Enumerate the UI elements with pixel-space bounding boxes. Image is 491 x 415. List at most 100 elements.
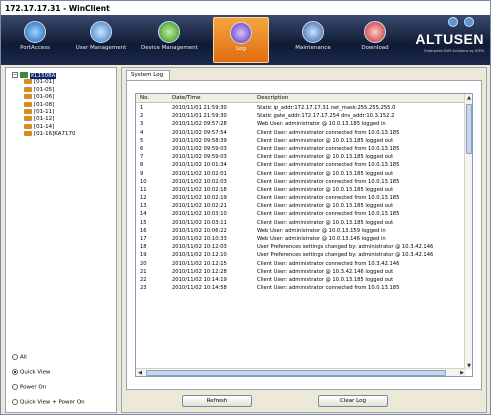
log-row[interactable]: 22 2010/11/02 10:14:19 Client User: admini… bbox=[136, 276, 466, 284]
tree-port-item[interactable]: [01-01] bbox=[10, 79, 76, 86]
help-icon[interactable] bbox=[448, 17, 458, 27]
tree-port-item[interactable]: [01-12] bbox=[10, 116, 76, 123]
toolbar-log[interactable]: Log bbox=[213, 17, 269, 63]
log-row[interactable]: 12 2010/11/02 10:02:19 Client User: admini… bbox=[136, 194, 466, 202]
scroll-up-icon[interactable]: ▲ bbox=[465, 94, 472, 102]
tree-port-item[interactable]: [01-16]KA7170 bbox=[10, 131, 76, 138]
log-row[interactable]: 23 2010/11/02 10:14:58 Client User: admini… bbox=[136, 284, 466, 292]
refresh-button[interactable]: Refresh bbox=[182, 395, 252, 407]
log-row[interactable]: 5 2010/11/02 09:58:39 Client User: adminis… bbox=[136, 137, 466, 145]
log-row[interactable]: 9 2010/11/02 10:02:01 Client User: adminis… bbox=[136, 170, 466, 178]
scroll-right-icon[interactable]: ▶ bbox=[458, 369, 466, 376]
column-header-no[interactable]: No. bbox=[140, 95, 149, 101]
log-cell-description: Client User: administrator connected fro… bbox=[257, 195, 400, 202]
tree-root[interactable]: − KL1508A bbox=[10, 72, 76, 79]
horizontal-scroll-thumb[interactable] bbox=[146, 370, 446, 376]
port-tree: − KL1508A [01-01] [01-05] [01-06] [01-08]… bbox=[10, 72, 76, 139]
log-cell-datetime: 2010/11/02 09:58:39 bbox=[172, 137, 227, 144]
log-row[interactable]: 3 2010/11/02 09:57:28 Web User: administra… bbox=[136, 120, 466, 128]
log-cell-no: 1 bbox=[140, 105, 144, 111]
log-row[interactable]: 17 2010/11/02 10:10:33 Web User: administr… bbox=[136, 235, 466, 243]
filter-quick-view-power-on[interactable]: Quick View + Power On bbox=[12, 399, 85, 406]
log-cell-description: Client User: administrator @ 10.0.13.185… bbox=[257, 219, 394, 226]
log-row[interactable]: 11 2010/11/02 10:02:18 Client User: admini… bbox=[136, 186, 466, 194]
log-cell-no: 20 bbox=[140, 260, 147, 267]
log-row[interactable]: 1 2010/11/01 21:59:30 Static ip_addr:172.1… bbox=[136, 104, 466, 112]
log-cell-datetime: 2010/11/02 10:14:58 bbox=[172, 285, 227, 292]
log-cell-description: Client User: administrator @ 10.0.13.185… bbox=[257, 203, 394, 210]
filter-quick-view-power-on-label: Quick View + Power On bbox=[20, 399, 85, 406]
collapse-icon[interactable]: − bbox=[12, 72, 18, 78]
vertical-scrollbar[interactable]: ▲ ▼ bbox=[464, 94, 472, 370]
log-row[interactable]: 19 2010/11/02 10:12:10 User Preferences se… bbox=[136, 251, 466, 259]
vertical-scroll-thumb[interactable] bbox=[466, 104, 472, 154]
toolbar-download[interactable]: Download bbox=[347, 17, 403, 63]
maintenance-icon bbox=[302, 21, 324, 43]
log-row[interactable]: 14 2010/11/02 10:03:10 Client User: admini… bbox=[136, 210, 466, 218]
column-header-datetime[interactable]: Date/Time bbox=[172, 95, 200, 101]
log-row[interactable]: 7 2010/11/02 09:59:03 Client User: adminis… bbox=[136, 153, 466, 161]
scroll-left-icon[interactable]: ◀ bbox=[136, 369, 144, 376]
radio-power-on[interactable] bbox=[12, 384, 18, 390]
log-cell-no: 15 bbox=[140, 219, 147, 226]
radio-all[interactable] bbox=[12, 354, 18, 360]
tree-port-item[interactable]: [01-06] bbox=[10, 94, 76, 101]
port-icon bbox=[24, 94, 32, 100]
tab-system-log[interactable]: System Log bbox=[126, 70, 170, 80]
tree-port-item[interactable]: [01-11] bbox=[10, 108, 76, 116]
toolbar-maintenance[interactable]: Maintenance bbox=[285, 17, 341, 63]
info-icon[interactable] bbox=[464, 17, 474, 27]
log-row[interactable]: 21 2010/11/02 10:12:28 Client User: admini… bbox=[136, 268, 466, 276]
log-row[interactable]: 18 2010/11/02 10:12:03 User Preferences se… bbox=[136, 243, 466, 251]
log-cell-no: 16 bbox=[140, 227, 147, 234]
filter-all[interactable]: All bbox=[12, 354, 27, 361]
log-row[interactable]: 6 2010/11/02 09:59:03 Client User: adminis… bbox=[136, 145, 466, 153]
filter-power-on[interactable]: Power On bbox=[12, 384, 46, 391]
log-cell-datetime: 2010/11/02 10:02:19 bbox=[172, 195, 227, 202]
toolbar-user-management[interactable]: User Management bbox=[73, 17, 129, 63]
port-icon bbox=[24, 79, 32, 85]
clear-log-button[interactable]: Clear Log bbox=[318, 395, 388, 407]
tree-port-label: [01-14] bbox=[34, 123, 55, 130]
scroll-down-icon[interactable]: ▼ bbox=[465, 362, 472, 370]
log-row[interactable]: 13 2010/11/02 10:02:21 Client User: admini… bbox=[136, 202, 466, 210]
toolbar-port-access[interactable]: PortAccess bbox=[7, 17, 63, 63]
toolbar-device-management[interactable]: Device Management bbox=[141, 17, 198, 63]
filter-quick-view-label: Quick View bbox=[20, 369, 51, 376]
log-cell-no: 9 bbox=[140, 170, 144, 177]
tree-port-item[interactable]: [01-08] bbox=[10, 101, 76, 109]
log-cell-description: Client User: administrator @ 10.0.13.185… bbox=[257, 186, 394, 193]
log-cell-datetime: 2010/11/02 10:10:33 bbox=[172, 236, 227, 242]
toolbar-log-label: Log bbox=[236, 46, 246, 52]
log-row[interactable]: 10 2010/11/02 10:02:03 Client User: admini… bbox=[136, 178, 466, 186]
tree-port-item[interactable]: [01-14] bbox=[10, 123, 76, 131]
log-content-area: System Log No. Date/Time Description 1 20… bbox=[121, 67, 487, 413]
tree-port-item[interactable]: [01-05] bbox=[10, 86, 76, 94]
log-row[interactable]: 8 2010/11/02 10:01:34 Client User: adminis… bbox=[136, 161, 466, 169]
help-icons bbox=[442, 17, 482, 29]
log-row[interactable]: 16 2010/11/02 10:06:22 Web User: administr… bbox=[136, 227, 466, 235]
port-icon bbox=[24, 131, 32, 137]
log-row[interactable]: 4 2010/11/02 09:57:54 Client User: adminis… bbox=[136, 129, 466, 137]
log-row[interactable]: 15 2010/11/02 10:03:11 Client User: admini… bbox=[136, 219, 466, 227]
system-log-panel: No. Date/Time Description 1 2010/11/01 21… bbox=[126, 80, 482, 390]
log-table-header: No. Date/Time Description bbox=[136, 94, 466, 103]
log-cell-description: Web User: administrator @ 10.0.13.159 lo… bbox=[257, 227, 386, 234]
log-cell-description: Web User: administrator @ 10.0.13.146 lo… bbox=[257, 236, 386, 242]
log-cell-no: 11 bbox=[140, 186, 147, 193]
system-log-table[interactable]: No. Date/Time Description 1 2010/11/01 21… bbox=[135, 93, 473, 377]
radio-quick-view-power-on[interactable] bbox=[12, 399, 18, 405]
column-header-description[interactable]: Description bbox=[257, 95, 288, 101]
filter-quick-view[interactable]: Quick View bbox=[12, 369, 50, 376]
log-cell-description: Client User: administrator connected fro… bbox=[257, 162, 400, 169]
toolbar-user-management-label: User Management bbox=[75, 45, 127, 51]
winclient-window: 172.17.17.31 - WinClient PortAccess User… bbox=[0, 0, 491, 415]
radio-quick-view[interactable] bbox=[12, 369, 18, 375]
log-row[interactable]: 20 2010/11/02 10:12:15 Client User: admini… bbox=[136, 260, 466, 268]
log-cell-datetime: 2010/11/02 10:12:15 bbox=[172, 260, 227, 267]
log-row[interactable]: 2 2010/11/01 21:59:30 Static gate_addr:172… bbox=[136, 112, 466, 120]
horizontal-scrollbar[interactable]: ◀ ▶ bbox=[136, 368, 466, 376]
log-cell-datetime: 2010/11/02 10:02:03 bbox=[172, 178, 227, 185]
log-cell-no: 12 bbox=[140, 195, 147, 202]
log-cell-description: Client User: administrator @ 10.0.13.185… bbox=[257, 154, 394, 161]
